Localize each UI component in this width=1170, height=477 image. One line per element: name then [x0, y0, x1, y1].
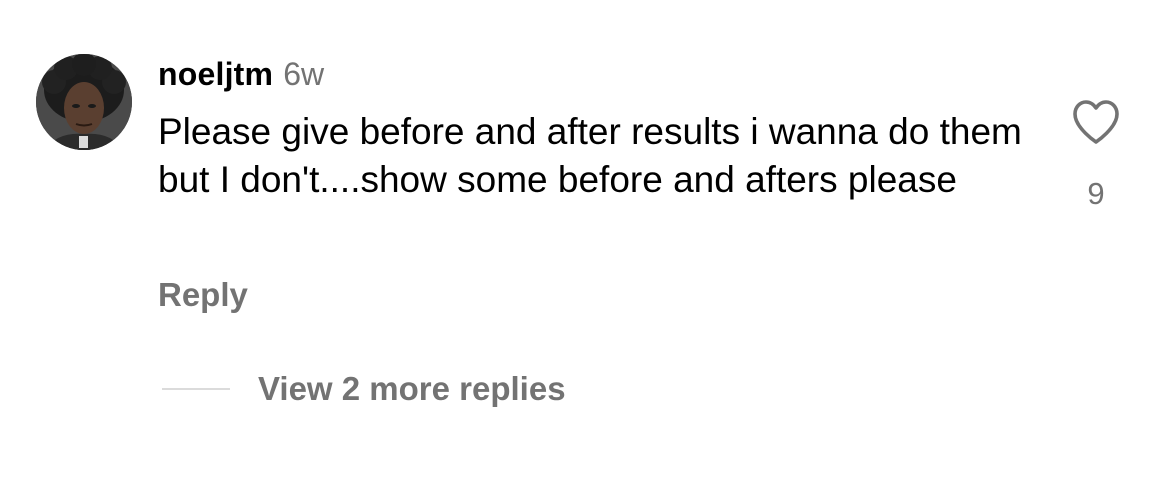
comment-item: noeljtm 6w Please give before and after … — [0, 0, 1170, 477]
timestamp: 6w — [283, 56, 325, 92]
like-area: 9 — [1066, 98, 1126, 212]
view-replies-button[interactable]: View 2 more replies — [162, 370, 566, 408]
view-replies-label[interactable]: View 2 more replies — [258, 370, 566, 408]
heart-icon[interactable] — [1071, 98, 1121, 146]
avatar-image — [36, 54, 132, 150]
reply-button[interactable]: Reply — [158, 276, 248, 314]
replies-divider — [162, 388, 230, 390]
avatar[interactable] — [36, 54, 132, 150]
like-count: 9 — [1087, 176, 1105, 211]
comment-header: noeljtm 6w — [158, 56, 324, 96]
comment-text: Please give before and after results i w… — [158, 111, 1022, 200]
username[interactable]: noeljtm — [158, 56, 273, 93]
